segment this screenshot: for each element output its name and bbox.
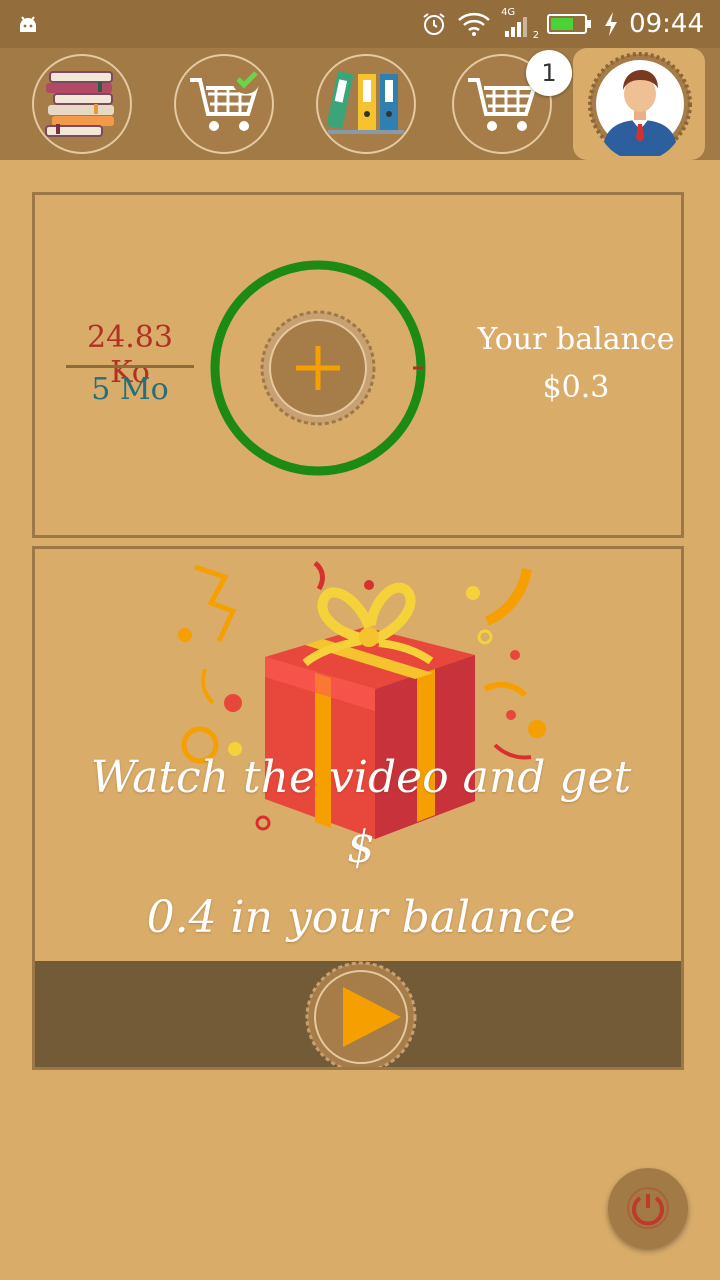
add-balance-button[interactable]	[260, 310, 376, 426]
books-button[interactable]	[32, 54, 132, 154]
top-toolbar: 1	[0, 48, 720, 161]
avatar-icon	[588, 52, 692, 161]
play-video-button[interactable]	[303, 961, 419, 1067]
android-icon	[20, 16, 36, 32]
profile-button[interactable]	[588, 52, 692, 161]
signal-icon: 4G 2	[501, 7, 540, 41]
cart-badge: 1	[526, 50, 572, 96]
play-bar	[35, 961, 681, 1067]
battery-icon	[547, 14, 592, 34]
clock: 09:44	[629, 9, 704, 39]
usage-divider	[66, 365, 194, 368]
usage-total: 5 Mo	[91, 372, 169, 407]
charging-icon	[605, 12, 618, 36]
power-icon	[627, 1187, 669, 1229]
logout-button[interactable]	[608, 1168, 688, 1248]
sim-label: 2	[532, 30, 540, 41]
cart-check-icon	[190, 66, 260, 131]
purchases-button[interactable]	[174, 54, 274, 154]
status-bar: 4G 2 09:44	[0, 0, 720, 48]
books-icon	[45, 71, 114, 137]
reward-panel: Watch the video and get $ 0.4 in your ba…	[32, 546, 684, 1070]
plus-icon	[260, 310, 376, 426]
reward-message: Watch the video and get $ 0.4 in your ba…	[75, 743, 647, 953]
wifi-icon	[458, 12, 490, 36]
balance-value: $0.3	[542, 370, 610, 405]
balance-label: Your balance	[477, 322, 675, 357]
play-icon	[305, 961, 417, 1067]
reward-message-line2: 0.4 in your balance	[146, 892, 576, 943]
folders-button[interactable]	[316, 54, 416, 154]
alarm-icon	[423, 13, 445, 35]
reward-message-line1: Watch the video and get $	[90, 752, 632, 873]
folders-icon	[326, 70, 404, 134]
